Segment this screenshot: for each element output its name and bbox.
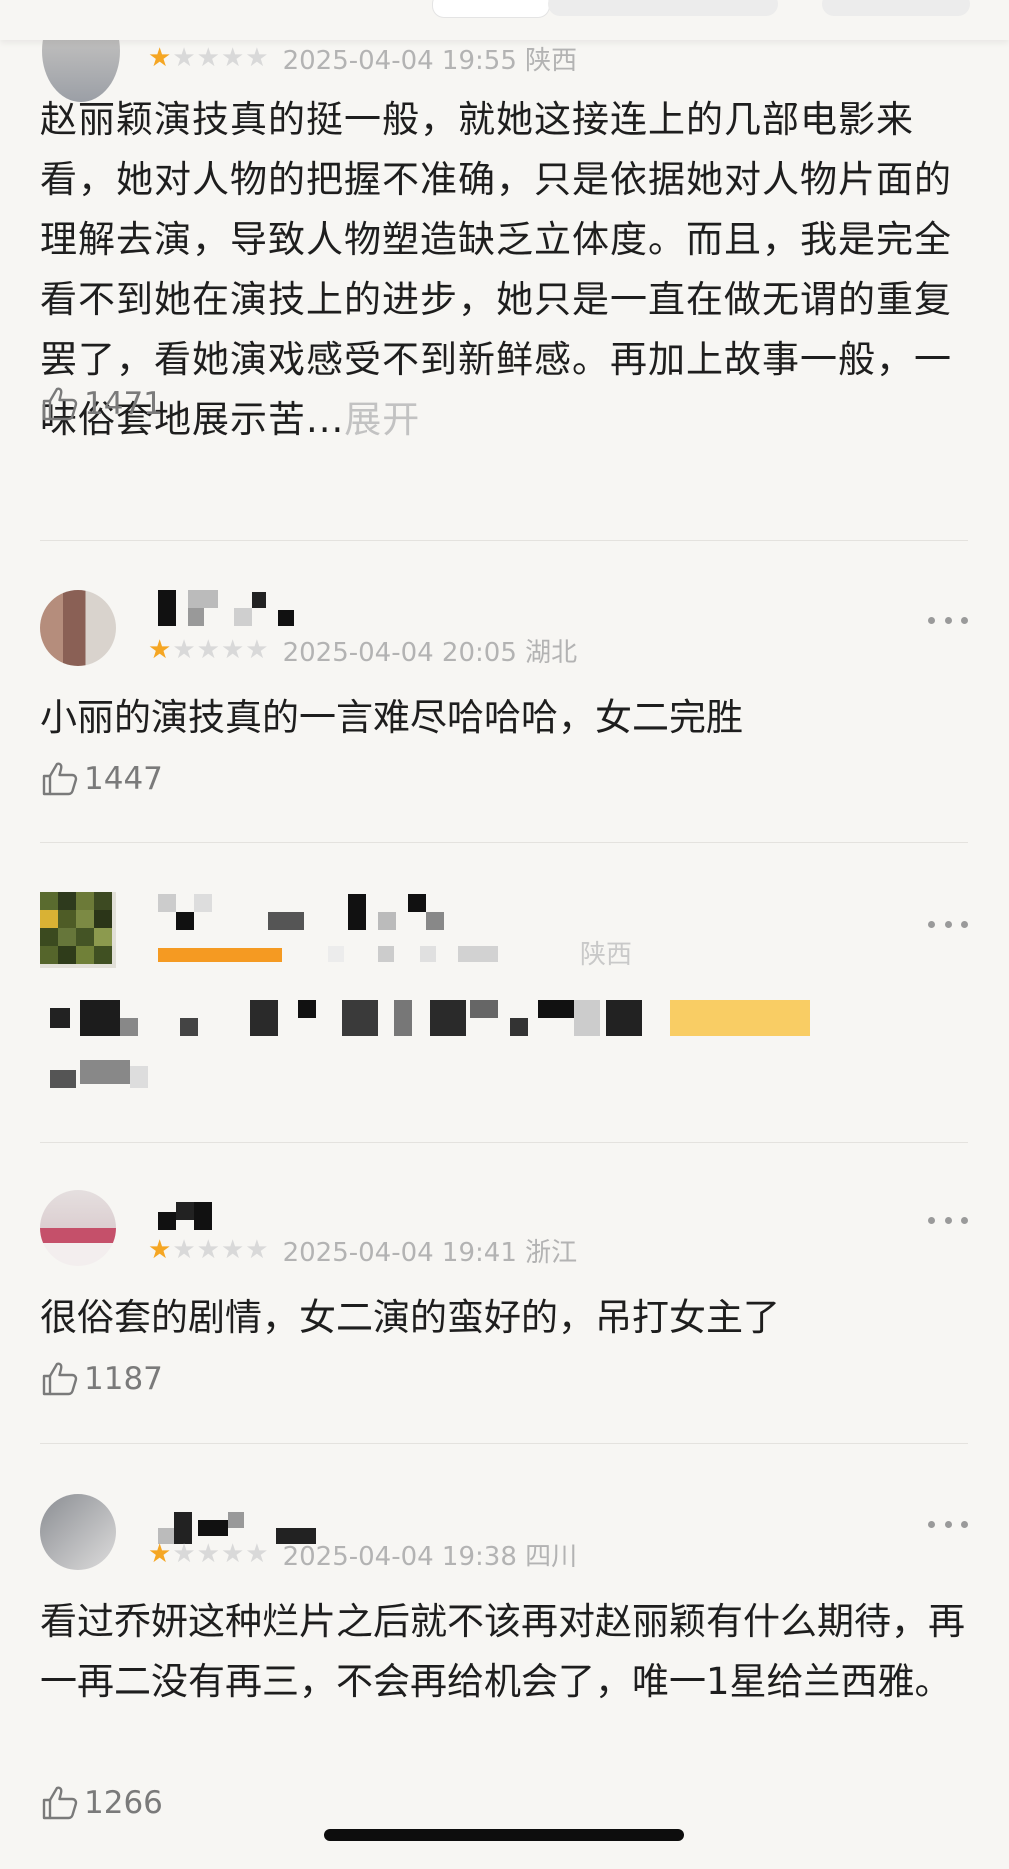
home-indicator bbox=[324, 1829, 684, 1841]
more-dots-icon[interactable] bbox=[928, 1210, 968, 1230]
like-button[interactable]: 1266 bbox=[40, 1782, 163, 1824]
avatar[interactable] bbox=[40, 1494, 116, 1570]
star-icon: ★ bbox=[172, 635, 196, 665]
star-icon: ★ bbox=[220, 1235, 245, 1265]
star-rating: ★ ★ ★ ★ ★ bbox=[148, 45, 269, 71]
like-count: 1471 bbox=[84, 386, 163, 422]
like-count: 1447 bbox=[84, 761, 163, 797]
thumbs-up-icon bbox=[42, 762, 78, 796]
star-icon: ★ bbox=[245, 43, 269, 73]
review-item: ★ ★ ★ ★ ★ 2025-04-04 20:05 湖北 小丽的演技真的一言难… bbox=[40, 588, 968, 797]
review-date: 2025-04-04 20:05 bbox=[282, 637, 517, 668]
star-icon: ★ bbox=[196, 1235, 220, 1265]
username-pixelated bbox=[158, 894, 538, 934]
divider bbox=[40, 842, 968, 843]
divider bbox=[40, 1142, 968, 1143]
tab-segment[interactable] bbox=[548, 0, 778, 16]
review-date: 2025-04-04 19:38 bbox=[282, 1541, 517, 1572]
tab-segment[interactable] bbox=[822, 0, 970, 16]
like-count: 1187 bbox=[84, 1361, 163, 1397]
review-text: 很俗套的剧情，女二演的蛮好的，吊打女主了 bbox=[40, 1296, 780, 1339]
divider bbox=[40, 1443, 968, 1444]
star-icon: ★ bbox=[245, 1235, 269, 1265]
review-region: 四川 bbox=[525, 1541, 578, 1572]
like-button[interactable]: 1447 bbox=[40, 758, 163, 800]
review-text-pixelated bbox=[50, 1000, 950, 1130]
star-icon: ★ bbox=[172, 43, 196, 73]
avatar[interactable] bbox=[40, 892, 116, 968]
review-item: ★ ★ ★ ★ ★ 2025-04-04 19:41 浙江 很俗套的剧情，女二演… bbox=[40, 1188, 968, 1397]
star-icon: ★ bbox=[196, 43, 220, 73]
review-meta: ★ ★ ★ ★ ★ 2025-04-04 20:05 湖北 bbox=[148, 634, 578, 668]
star-icon: ★ bbox=[148, 635, 172, 665]
review-region: 浙江 bbox=[525, 1237, 578, 1268]
divider bbox=[40, 540, 968, 541]
review-text: 看过乔妍这种烂片之后就不该再对赵丽颖有什么期待，再一再二没有再三，不会再给机会了… bbox=[40, 1600, 965, 1703]
review-region: 陕西 bbox=[525, 45, 578, 76]
tab-segment-active[interactable] bbox=[432, 0, 550, 18]
review-meta: ★ ★ ★ ★ ★ 2025-04-04 19:41 浙江 bbox=[148, 1234, 578, 1268]
review-date: 2025-04-04 19:41 bbox=[282, 1237, 517, 1268]
star-icon: ★ bbox=[172, 1539, 196, 1569]
thumbs-up-icon bbox=[42, 1786, 78, 1820]
review-text: 小丽的演技真的一言难尽哈哈哈，女二完胜 bbox=[40, 696, 743, 739]
star-icon: ★ bbox=[148, 1539, 172, 1569]
like-button[interactable]: 1187 bbox=[40, 1358, 163, 1400]
review-meta: ★ ★ ★ ★ ★ 2025-04-04 19:55 陕西 bbox=[148, 42, 578, 76]
star-icon: ★ bbox=[196, 635, 220, 665]
star-icon: ★ bbox=[220, 43, 245, 73]
star-icon: ★ bbox=[148, 1235, 172, 1265]
thumbs-up-icon bbox=[42, 387, 78, 421]
star-rating: ★ ★ ★ ★ ★ bbox=[148, 1541, 269, 1567]
star-icon: ★ bbox=[245, 635, 269, 665]
username-pixelated bbox=[158, 590, 298, 630]
star-icon: ★ bbox=[220, 635, 245, 665]
star-icon: ★ bbox=[220, 1539, 245, 1569]
more-dots-icon[interactable] bbox=[928, 610, 968, 630]
top-bar bbox=[0, 0, 1009, 40]
avatar[interactable] bbox=[40, 1190, 116, 1266]
review-region: 湖北 bbox=[525, 637, 578, 668]
star-icon: ★ bbox=[196, 1539, 220, 1569]
review-text: 赵丽颖演技真的挺一般，就她这接连上的几部电影来看，她对人物的把握不准确，只是依据… bbox=[40, 98, 952, 441]
star-rating: ★ ★ ★ ★ ★ bbox=[148, 637, 269, 663]
more-dots-icon[interactable] bbox=[928, 914, 968, 934]
thumbs-up-icon bbox=[42, 1362, 78, 1396]
review-item: 陕西 bbox=[40, 890, 968, 1110]
more-dots-icon[interactable] bbox=[928, 1514, 968, 1534]
like-button[interactable]: 1471 bbox=[40, 383, 163, 425]
star-rating: ★ ★ ★ ★ ★ bbox=[148, 1237, 269, 1263]
review-item: ★ ★ ★ ★ ★ 2025-04-04 19:38 四川 看过乔妍这种烂片之后… bbox=[40, 1492, 968, 1862]
star-icon: ★ bbox=[148, 43, 172, 73]
review-region: 陕西 bbox=[580, 940, 633, 970]
review-item: ★ ★ ★ ★ ★ 2025-04-04 19:55 陕西 赵丽颖演技真的挺一般… bbox=[40, 0, 968, 500]
rating-pixelated bbox=[158, 946, 578, 966]
star-icon: ★ bbox=[245, 1539, 269, 1569]
expand-link[interactable]: 展开 bbox=[344, 398, 420, 441]
like-count: 1266 bbox=[84, 1785, 163, 1821]
review-meta: ★ ★ ★ ★ ★ 2025-04-04 19:38 四川 bbox=[148, 1538, 578, 1572]
avatar[interactable] bbox=[40, 590, 116, 666]
username-pixelated bbox=[158, 1202, 218, 1232]
star-icon: ★ bbox=[172, 1235, 196, 1265]
review-date: 2025-04-04 19:55 bbox=[282, 45, 517, 76]
